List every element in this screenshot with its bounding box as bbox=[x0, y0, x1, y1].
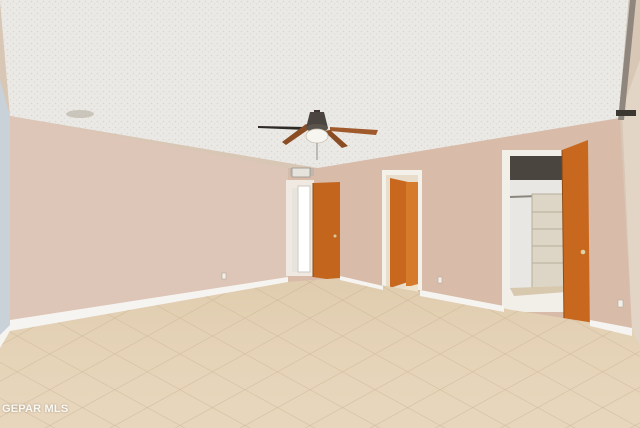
middle-door[interactable] bbox=[390, 178, 408, 288]
closet-door[interactable] bbox=[562, 140, 590, 342]
ceiling-vent bbox=[291, 167, 311, 178]
listing-watermark: GEPAR MLS bbox=[2, 403, 69, 415]
closet-dresser bbox=[531, 193, 565, 289]
room-illustration bbox=[0, 0, 640, 428]
room-photo: GEPAR MLS bbox=[0, 0, 640, 428]
hallway-door[interactable] bbox=[313, 182, 340, 281]
